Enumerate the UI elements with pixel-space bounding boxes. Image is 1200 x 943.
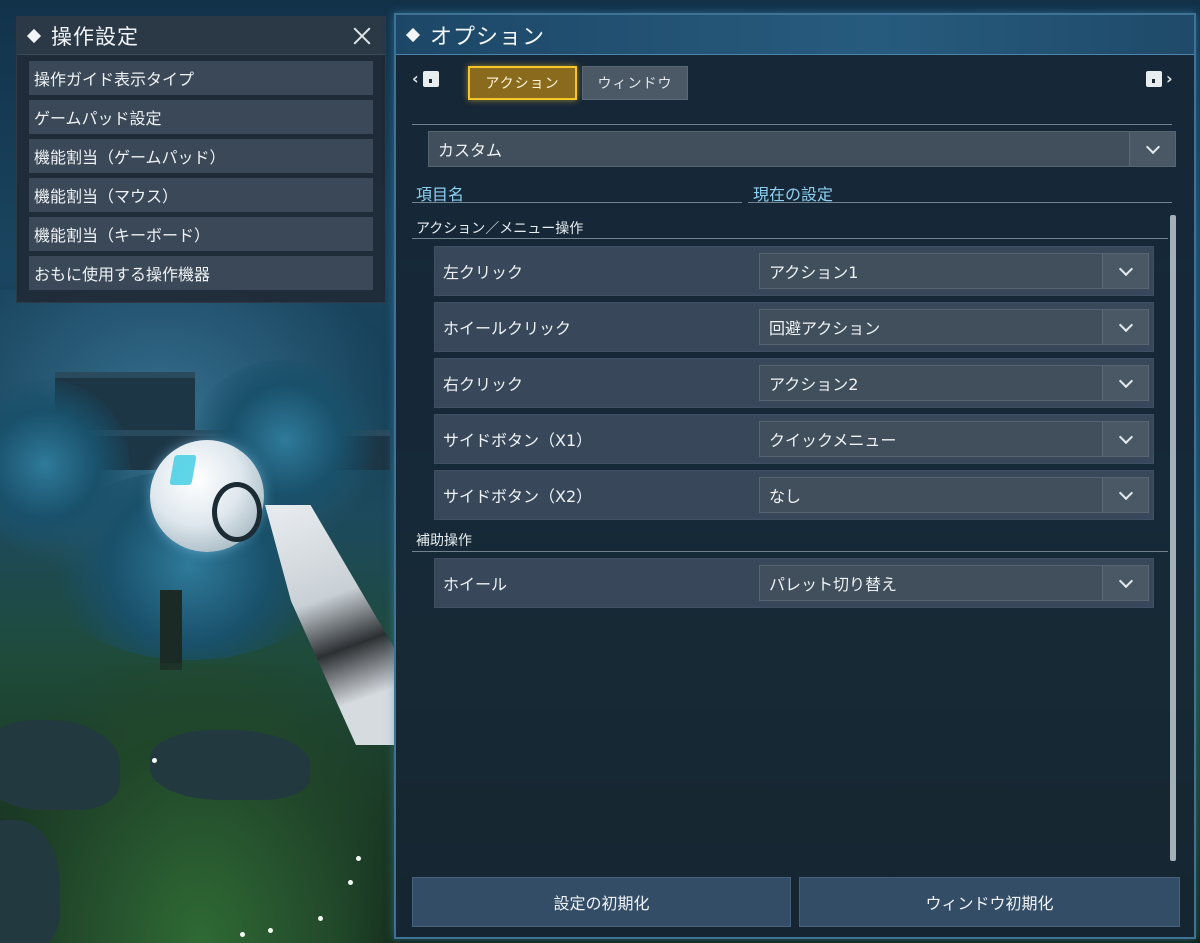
setting-row-wheel: ホイール パレット切り替え [434, 558, 1154, 608]
setting-dropdown-wheel-click[interactable]: 回避アクション [759, 309, 1149, 345]
close-icon[interactable] [349, 23, 375, 49]
divider [748, 202, 1172, 203]
dropdown-button[interactable] [1102, 566, 1148, 600]
tab-window[interactable]: ウィンドウ [582, 66, 688, 100]
dropdown-button[interactable] [1102, 310, 1148, 344]
tab-action[interactable]: アクション [468, 66, 577, 100]
flower [356, 856, 361, 861]
setting-value: アクション1 [769, 263, 859, 282]
chevron-right-icon: › [1166, 69, 1173, 88]
drone [150, 440, 264, 552]
flower [268, 928, 273, 933]
menu-item-assign-gamepad[interactable]: 機能割当（ゲームパッド） [29, 139, 373, 173]
preset-value: カスタム [438, 141, 503, 160]
flower [318, 916, 323, 921]
scrollbar[interactable] [1170, 215, 1176, 861]
flower [348, 880, 353, 885]
settings-menu: 操作ガイド表示タイプ ゲームパッド設定 機能割当（ゲームパッド） 機能割当（マウ… [17, 55, 385, 290]
controls-settings-panel: 操作設定 操作ガイド表示タイプ ゲームパッド設定 機能割当（ゲームパッド） 機能… [16, 16, 386, 303]
tree-trunk [160, 590, 182, 670]
dropdown-button[interactable] [1102, 366, 1148, 400]
setting-value: なし [769, 487, 802, 506]
preset-dropdown[interactable]: カスタム [428, 131, 1176, 167]
dropdown-button[interactable] [1129, 132, 1175, 166]
reset-window-button[interactable]: ウィンドウ初期化 [799, 877, 1180, 927]
setting-label: 左クリック [443, 263, 524, 282]
divider [412, 202, 742, 203]
chevron-down-icon [1118, 317, 1133, 332]
options-window: オプション ‹ アクション ウィンドウ › カスタム 項目名 現在の設定 アクシ… [394, 13, 1196, 939]
setting-label: ホイール [443, 575, 508, 594]
panel-title: 操作設定 [51, 24, 139, 49]
flower [152, 758, 157, 763]
setting-dropdown-side-button-x2[interactable]: なし [759, 477, 1149, 513]
dropdown-button[interactable] [1102, 254, 1148, 288]
tab-bar: ‹ アクション ウィンドウ › [396, 55, 1194, 101]
setting-row-right-click: 右クリック アクション2 [434, 358, 1154, 408]
chevron-down-icon [1118, 573, 1133, 588]
menu-item-primary-device[interactable]: おもに使用する操作機器 [29, 256, 373, 290]
dropdown-button[interactable] [1102, 422, 1148, 456]
menu-item-assign-keyboard[interactable]: 機能割当（キーボード） [29, 217, 373, 251]
reset-settings-button[interactable]: 設定の初期化 [412, 877, 791, 927]
menu-item-assign-mouse[interactable]: 機能割当（マウス） [29, 178, 373, 212]
setting-dropdown-right-click[interactable]: アクション2 [759, 365, 1149, 401]
setting-value: パレット切り替え [769, 575, 898, 594]
diamond-icon [405, 27, 421, 42]
divider [412, 124, 1172, 125]
tab-next-button[interactable]: › [1146, 69, 1173, 88]
chevron-down-icon [1145, 139, 1160, 154]
section-label-auxiliary: 補助操作 [416, 533, 472, 549]
menu-item-gamepad-settings[interactable]: ゲームパッド設定 [29, 100, 373, 134]
chevron-down-icon [1118, 429, 1133, 444]
key-icon [1146, 70, 1162, 87]
setting-value: アクション2 [769, 375, 859, 394]
section-label-action-menu: アクション／メニュー操作 [416, 221, 584, 237]
setting-value: クイックメニュー [769, 431, 897, 450]
setting-label: サイドボタン（X1） [443, 431, 593, 450]
setting-row-left-click: 左クリック アクション1 [434, 246, 1154, 296]
divider [412, 238, 1168, 239]
setting-row-side-button-x1: サイドボタン（X1） クイックメニュー [434, 414, 1154, 464]
divider [412, 551, 1168, 552]
setting-dropdown-side-button-x1[interactable]: クイックメニュー [759, 421, 1149, 457]
diamond-icon [26, 28, 42, 43]
tab-prev-button[interactable]: ‹ [412, 69, 439, 88]
chevron-left-icon: ‹ [412, 69, 419, 88]
setting-label: サイドボタン（X2） [443, 487, 593, 506]
setting-row-side-button-x2: サイドボタン（X2） なし [434, 470, 1154, 520]
panel-header: 操作設定 [17, 17, 385, 55]
setting-label: ホイールクリック [443, 319, 572, 338]
rock [150, 730, 310, 800]
setting-label: 右クリック [443, 375, 524, 394]
key-icon [422, 70, 439, 87]
dropdown-button[interactable] [1102, 478, 1148, 512]
menu-item-guide-display-type[interactable]: 操作ガイド表示タイプ [29, 61, 373, 95]
options-title: オプション [430, 24, 546, 50]
chevron-down-icon [1118, 261, 1133, 276]
setting-dropdown-left-click[interactable]: アクション1 [759, 253, 1149, 289]
setting-row-wheel-click: ホイールクリック 回避アクション [434, 302, 1154, 352]
options-header: オプション [396, 15, 1194, 55]
setting-value: 回避アクション [769, 319, 881, 338]
chevron-down-icon [1118, 485, 1133, 500]
flower [240, 932, 245, 937]
setting-dropdown-wheel[interactable]: パレット切り替え [759, 565, 1149, 601]
chevron-down-icon [1118, 373, 1133, 388]
